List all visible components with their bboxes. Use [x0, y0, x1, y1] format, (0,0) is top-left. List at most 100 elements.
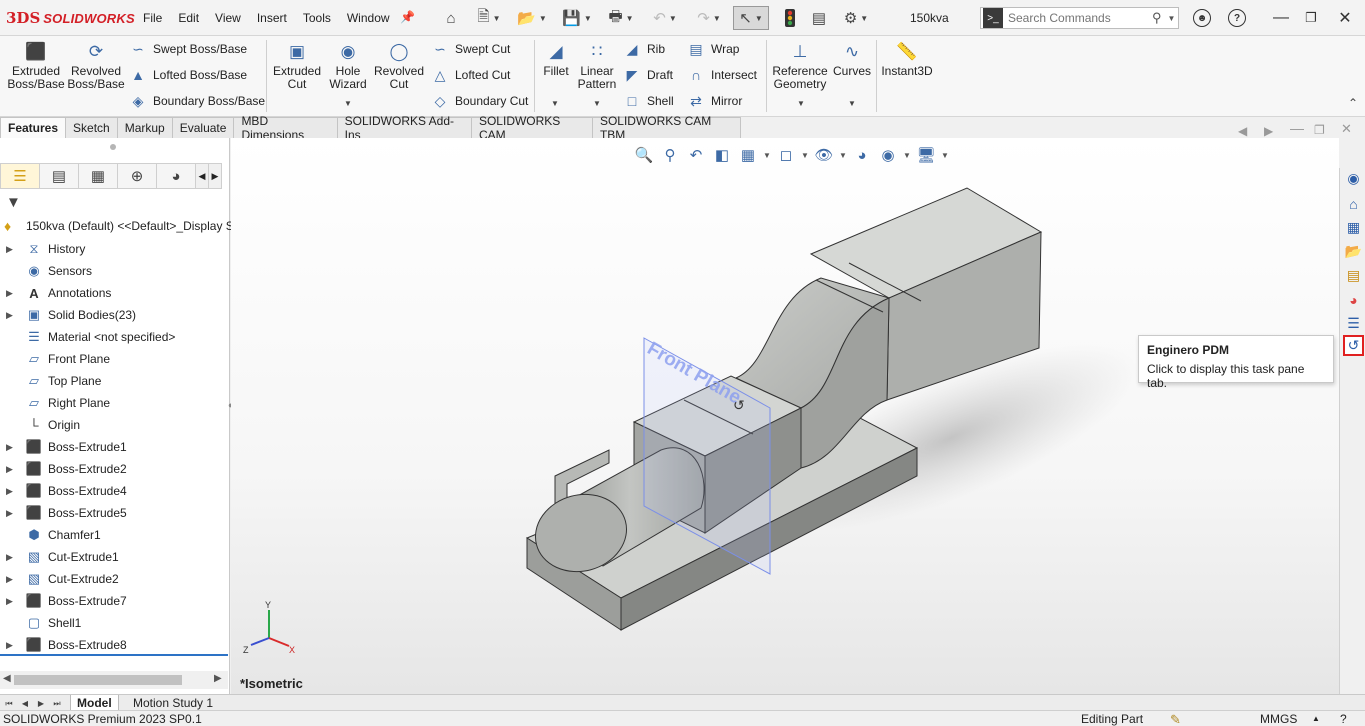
expand-arrow-icon[interactable]: ▶: [6, 288, 18, 299]
print-button[interactable]: 🖶 ▼: [602, 7, 640, 29]
menu-file[interactable]: File: [143, 11, 162, 25]
tree-item[interactable]: ▱ Top Plane: [0, 370, 228, 392]
rollback-bar[interactable]: [0, 654, 228, 656]
tabs-left-arrow-icon[interactable]: ◀: [195, 163, 209, 189]
extruded-cut-button[interactable]: ▣ Extruded Cut: [272, 40, 322, 91]
linear-pattern-button[interactable]: ∷ Linear Pattern: [576, 40, 618, 91]
custom-properties-icon[interactable]: ☰: [1343, 313, 1364, 334]
scroll-thumb[interactable]: [14, 675, 182, 685]
home-icon[interactable]: ⌂: [440, 7, 462, 29]
tree-item[interactable]: ▶ ⬛ Boss-Extrude2: [0, 458, 228, 480]
expand-arrow-icon[interactable]: ▶: [6, 574, 18, 585]
design-library-icon[interactable]: ▦: [1343, 217, 1364, 238]
next-view-pane-icon[interactable]: ▶: [1264, 124, 1273, 138]
tree-item[interactable]: ▶ A Annotations: [0, 282, 228, 304]
instant3d-button[interactable]: 📏 Instant3D: [880, 40, 934, 78]
new-document-button[interactable]: 🗎 ▼: [472, 7, 506, 29]
appearances-icon[interactable]: ◕: [1343, 289, 1364, 310]
tree-item[interactable]: ▶ ▧ Cut-Extrude1: [0, 546, 228, 568]
intersect-button[interactable]: ∩ Intersect: [686, 66, 757, 84]
collapse-ribbon-icon[interactable]: ⌃: [1348, 96, 1358, 110]
tab-sketch[interactable]: Sketch: [65, 117, 118, 138]
view-palette-icon[interactable]: ▤: [1343, 265, 1364, 286]
display-manager-tab-icon[interactable]: ◕: [156, 163, 196, 189]
reference-geometry-button[interactable]: ⊥ Reference Geometry: [772, 40, 828, 91]
tree-item[interactable]: └ Origin: [0, 414, 228, 436]
viewport-restore-icon[interactable]: ❐: [1314, 123, 1325, 137]
minimize-icon[interactable]: —: [1272, 9, 1290, 27]
tree-item[interactable]: ◉ Sensors: [0, 260, 228, 282]
model-view[interactable]: Front Plane ↺ Y X Z: [231, 138, 1339, 694]
tree-item[interactable]: ☰ Material <not specified>: [0, 326, 228, 348]
swept-cut-button[interactable]: ∽ Swept Cut: [430, 40, 510, 58]
undo-button[interactable]: ↶ ▼: [646, 7, 684, 29]
help-icon[interactable]: ?: [1340, 712, 1347, 726]
menu-view[interactable]: View: [215, 11, 241, 25]
viewport-close-icon[interactable]: ✕: [1341, 121, 1352, 137]
revolved-boss-button[interactable]: ⟳ Revolved Boss/Base: [67, 40, 124, 91]
chevron-down-icon[interactable]: ▼: [848, 99, 856, 108]
first-tab-icon[interactable]: ⏮: [2, 697, 16, 710]
solidworks-logo[interactable]: 3DS SOLIDWORKS: [6, 9, 135, 27]
lofted-boss-button[interactable]: ▲ Lofted Boss/Base: [128, 66, 247, 84]
tree-item[interactable]: ▶ ⬛ Boss-Extrude1: [0, 436, 228, 458]
filter-icon[interactable]: ▼: [6, 194, 21, 211]
previous-view-pane-icon[interactable]: ◀: [1238, 124, 1247, 138]
configuration-manager-tab-icon[interactable]: ▦: [78, 163, 118, 189]
tree-item[interactable]: ▶ ⬛ Boss-Extrude8: [0, 634, 228, 656]
expand-arrow-icon[interactable]: ▶: [6, 508, 18, 519]
wrap-button[interactable]: ▤ Wrap: [686, 40, 739, 58]
menu-edit[interactable]: Edit: [178, 11, 199, 25]
tab-solidworks-add-ins[interactable]: SOLIDWORKS Add-Ins: [336, 114, 472, 142]
expand-arrow-icon[interactable]: ▶: [6, 310, 18, 321]
expand-arrow-icon[interactable]: ▶: [6, 486, 18, 497]
enginero-pdm-icon[interactable]: ↺: [1343, 335, 1364, 356]
expand-arrow-icon[interactable]: ▶: [6, 596, 18, 607]
tabs-right-arrow-icon[interactable]: ▶: [208, 163, 222, 189]
expand-arrow-icon[interactable]: ▶: [6, 464, 18, 475]
chevron-down-icon[interactable]: ▼: [551, 99, 559, 108]
next-tab-icon[interactable]: ▶: [34, 697, 48, 710]
viewport-minimize-icon[interactable]: —: [1290, 120, 1304, 136]
expand-arrow-icon[interactable]: ▶: [6, 640, 18, 651]
menu-window[interactable]: Window: [347, 11, 390, 25]
unit-system[interactable]: MMGS: [1260, 712, 1297, 726]
tree-item[interactable]: ▱ Right Plane: [0, 392, 228, 414]
tab-mbd-dimensions[interactable]: MBD Dimensions: [233, 114, 338, 142]
search-commands[interactable]: >_ ⚲ ▼: [980, 7, 1179, 29]
pin-icon[interactable]: 📌: [400, 10, 415, 24]
menu-tools[interactable]: Tools: [303, 11, 331, 25]
tree-item[interactable]: ▢ Shell1: [0, 612, 228, 634]
last-tab-icon[interactable]: ⏭: [50, 697, 64, 710]
solidworks-resources-icon[interactable]: ◉: [1343, 168, 1364, 189]
tab-evaluate[interactable]: Evaluate: [171, 117, 235, 138]
chevron-down-icon[interactable]: ▼: [593, 99, 601, 108]
dimxpert-tab-icon[interactable]: ⊕: [117, 163, 157, 189]
mirror-button[interactable]: ⇄ Mirror: [686, 92, 742, 110]
close-icon[interactable]: ✕: [1336, 9, 1354, 27]
select-button[interactable]: ↖ ▼: [733, 6, 769, 30]
curves-button[interactable]: ∿ Curves: [832, 40, 872, 78]
tree-item[interactable]: ▶ ▧ Cut-Extrude2: [0, 568, 228, 590]
scroll-right-icon[interactable]: ▶: [214, 673, 222, 684]
expand-arrow-icon[interactable]: ▶: [6, 552, 18, 563]
menu-insert[interactable]: Insert: [257, 11, 287, 25]
expand-arrow-icon[interactable]: ▶: [6, 244, 18, 255]
chevron-down-icon[interactable]: ▼: [344, 99, 352, 108]
horizontal-scrollbar[interactable]: ◀ ▶: [0, 671, 228, 689]
options-button[interactable]: ⚙ ▼: [838, 7, 874, 29]
boundary-boss-button[interactable]: ◈ Boundary Boss/Base: [128, 92, 265, 110]
fillet-button[interactable]: ◢ Fillet: [540, 40, 572, 78]
open-button[interactable]: 📂 ▼: [514, 7, 550, 29]
tree-item[interactable]: ▶ ⬛ Boss-Extrude5: [0, 502, 228, 524]
tab-solidworks-cam[interactable]: SOLIDWORKS CAM: [470, 114, 593, 142]
property-manager-tab-icon[interactable]: ▤: [39, 163, 79, 189]
chevron-down-icon[interactable]: ▼: [1168, 14, 1176, 23]
tab-markup[interactable]: Markup: [116, 117, 173, 138]
previous-tab-icon[interactable]: ◀: [18, 697, 32, 710]
shell-button[interactable]: □ Shell: [622, 92, 674, 110]
tree-item[interactable]: ▶ ⬛ Boss-Extrude7: [0, 590, 228, 612]
swept-boss-button[interactable]: ∽ Swept Boss/Base: [128, 40, 247, 58]
draft-button[interactable]: ◤ Draft: [622, 66, 673, 84]
tree-item[interactable]: ▶ ⧖ History: [0, 238, 228, 260]
